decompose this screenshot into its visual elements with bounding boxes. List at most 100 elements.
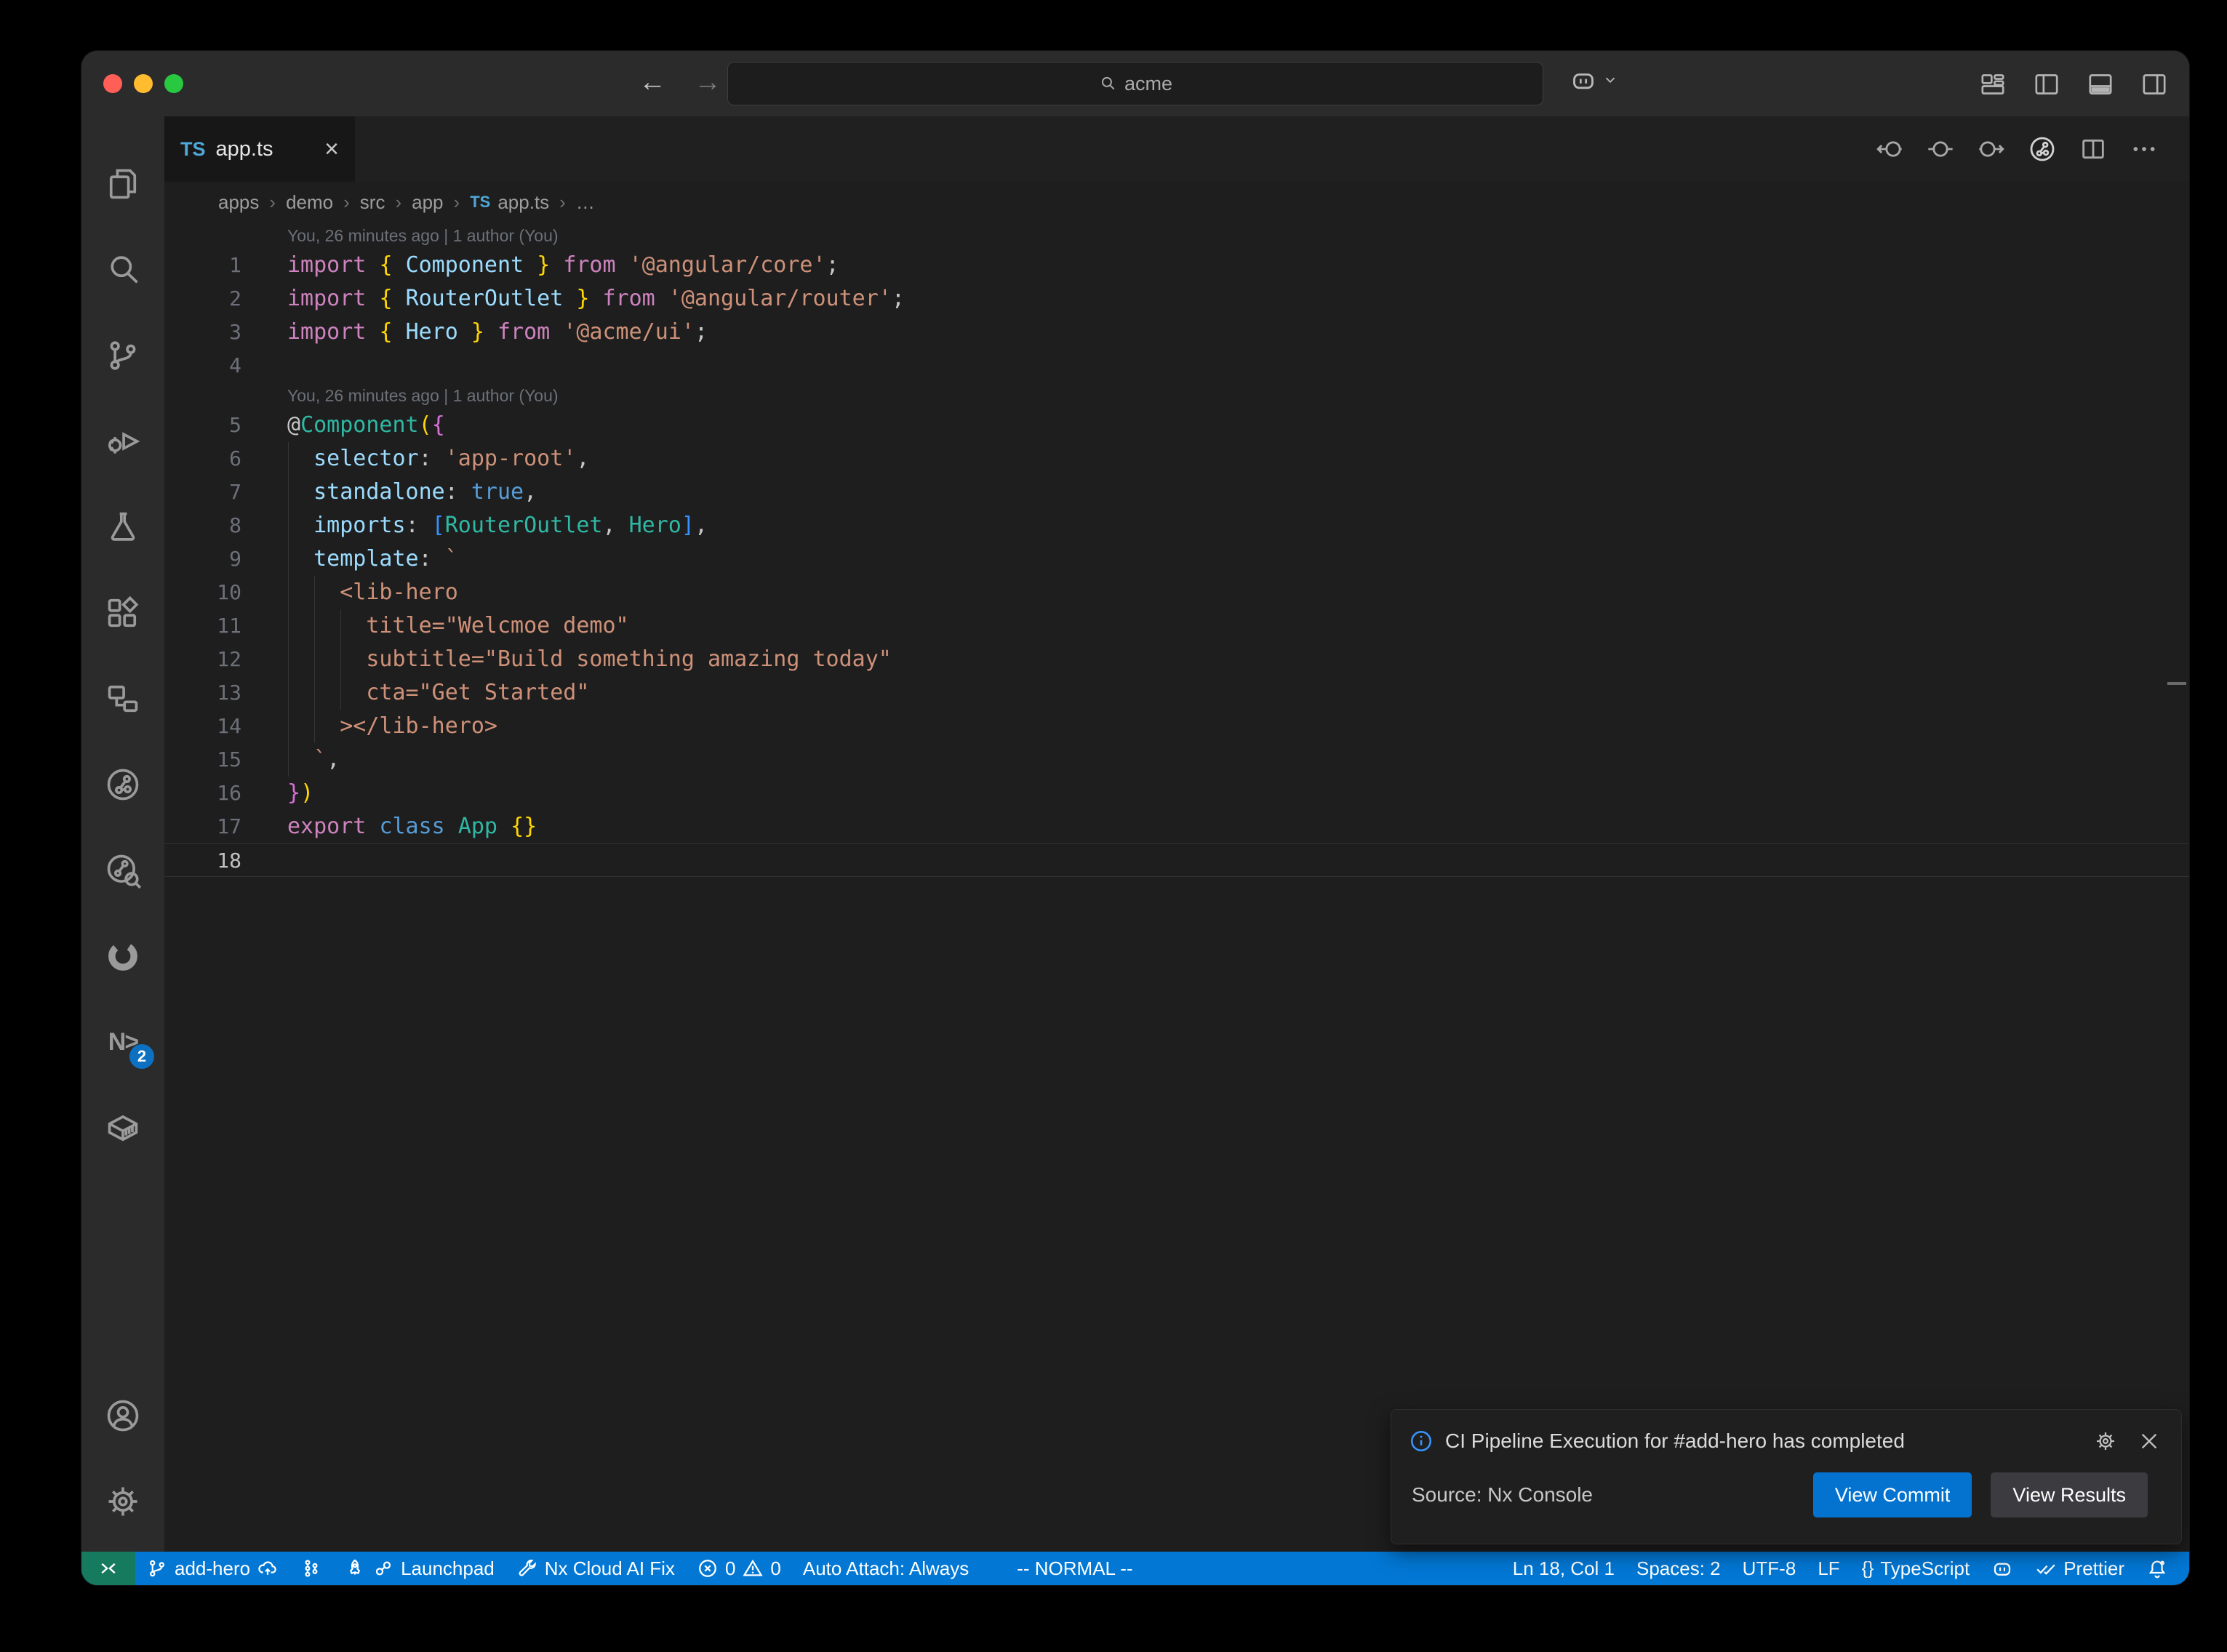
run-debug-icon[interactable]: [81, 398, 164, 484]
wrench-icon: [516, 1557, 538, 1579]
line-number: 15: [164, 743, 241, 777]
warning-icon: [742, 1557, 764, 1579]
search-icon[interactable]: [81, 227, 164, 313]
status-label: 0: [725, 1557, 735, 1580]
code-line-6: 6 selector: 'app-root',: [164, 442, 2189, 476]
split-editor-icon[interactable]: [2077, 133, 2109, 165]
zoom-window-button[interactable]: [164, 74, 183, 93]
breadcrumb: apps›demo›src›app›TSapp.ts›…: [164, 182, 2189, 222]
nx-cloud-ai-fix-button[interactable]: Nx Cloud AI Fix: [505, 1552, 686, 1585]
remote-indicator[interactable]: [81, 1552, 135, 1585]
notification-settings-gear-icon[interactable]: [2094, 1430, 2117, 1453]
previous-change-icon[interactable]: [1874, 133, 1906, 165]
tab-bar: TS app.ts ×: [164, 116, 2189, 182]
code-line-15: 15 `,: [164, 743, 2189, 777]
explorer-icon[interactable]: [81, 141, 164, 227]
breadcrumb-item-app[interactable]: app: [412, 191, 443, 214]
minimize-window-button[interactable]: [134, 74, 153, 93]
status-label: UTF-8: [1743, 1557, 1796, 1580]
testing-icon[interactable]: [81, 484, 164, 570]
vim-mode-status[interactable]: -- NORMAL --: [1006, 1552, 1143, 1585]
line-number: 17: [164, 810, 241, 843]
git-branch-status[interactable]: add-hero: [135, 1552, 289, 1585]
forward-icon[interactable]: →: [691, 67, 724, 98]
prettier-status[interactable]: Prettier: [2024, 1552, 2135, 1585]
extensions-icon[interactable]: [81, 570, 164, 656]
copilot-icon: [1569, 65, 1598, 95]
code-line-13: 13 cta="Get Started": [164, 676, 2189, 710]
code-editor[interactable]: You, 26 minutes ago | 1 author (You) 1imp…: [164, 222, 2189, 1552]
belldot-icon: [2146, 1557, 2168, 1579]
notification-toast: CI Pipeline Execution for #add-hero has …: [1391, 1409, 2182, 1544]
line-number: 9: [164, 542, 241, 576]
breadcrumb-item-apps[interactable]: apps: [218, 191, 259, 214]
breadcrumb-item-src[interactable]: src: [360, 191, 385, 214]
status-label: 0: [770, 1557, 780, 1580]
breadcrumb-separator-icon: ›: [343, 191, 350, 214]
eol-status[interactable]: LF: [1807, 1552, 1850, 1585]
code-line-1: 1import { Component } from '@angular/cor…: [164, 249, 2189, 282]
code-line-9: 9 template: `: [164, 542, 2189, 576]
auto-attach-status[interactable]: Auto Attach: Always: [792, 1552, 980, 1585]
nx-console-icon[interactable]: N>2: [81, 999, 164, 1085]
close-window-button[interactable]: [103, 74, 122, 93]
status-label: add-hero: [175, 1557, 250, 1580]
nx-project-graph-icon[interactable]: [2026, 133, 2058, 165]
containers-icon[interactable]: [81, 1085, 164, 1171]
code-line-5: 5@Component({: [164, 409, 2189, 442]
view-commit-button[interactable]: View Commit: [1813, 1472, 1972, 1517]
line-number: 7: [164, 476, 241, 509]
line-number: 6: [164, 442, 241, 476]
nx-badge: 2: [129, 1044, 154, 1069]
command-center-search[interactable]: acme: [727, 62, 1543, 105]
copilot-icon: [1991, 1557, 2013, 1579]
blame-annotation: You, 26 minutes ago | 1 author (You): [164, 382, 2189, 409]
edge-tools-icon[interactable]: [81, 913, 164, 999]
rocket-icon: [344, 1557, 366, 1579]
notification-close-icon[interactable]: [2138, 1430, 2161, 1453]
project-graph-icon[interactable]: [81, 742, 164, 827]
status-label: Auto Attach: Always: [803, 1557, 969, 1580]
customize-layout-icon[interactable]: [1977, 68, 2009, 100]
settings-gear-icon[interactable]: [81, 1459, 164, 1544]
notifications-bell[interactable]: [2135, 1552, 2179, 1585]
next-change-icon[interactable]: [1975, 133, 2007, 165]
toggle-secondary-sidebar-icon[interactable]: [2138, 68, 2170, 100]
back-icon[interactable]: ←: [636, 67, 669, 98]
more-actions-icon[interactable]: [2128, 133, 2160, 165]
line-number: 3: [164, 316, 241, 349]
accounts-icon[interactable]: [81, 1373, 164, 1459]
activity-bar: N>2: [81, 116, 164, 1552]
language-status[interactable]: {}TypeScript: [1851, 1552, 1981, 1585]
code-line-3: 3import { Hero } from '@acme/ui';: [164, 316, 2189, 349]
code-line-18: 18: [164, 843, 2189, 877]
search-value: acme: [1124, 73, 1172, 95]
code-line-14: 14 ></lib-hero>: [164, 710, 2189, 743]
launchpad-button[interactable]: Launchpad: [333, 1552, 505, 1585]
breadcrumb-item-app-ts[interactable]: TSapp.ts: [470, 191, 549, 214]
indentation-status[interactable]: Spaces: 2: [1626, 1552, 1732, 1585]
copilot-menu-button[interactable]: [1569, 65, 1618, 95]
status-label: Prettier: [2063, 1557, 2124, 1580]
project-graph-search-icon[interactable]: [81, 827, 164, 913]
open-changes-icon[interactable]: [1924, 133, 1956, 165]
git-graph-button[interactable]: [289, 1552, 333, 1585]
toggle-panel-icon[interactable]: [2084, 68, 2116, 100]
copilot-status[interactable]: [1980, 1552, 2024, 1585]
cursor-position-status[interactable]: Ln 18, Col 1: [1502, 1552, 1626, 1585]
typescript-file-icon: TS: [470, 193, 490, 212]
toggle-primary-sidebar-icon[interactable]: [2031, 68, 2063, 100]
source-control-icon[interactable]: [81, 313, 164, 398]
line-number: 12: [164, 643, 241, 676]
breadcrumb-item--[interactable]: …: [576, 191, 595, 214]
status-label: TypeScript: [1880, 1557, 1970, 1580]
encoding-status[interactable]: UTF-8: [1732, 1552, 1807, 1585]
line-number: 18: [164, 844, 241, 878]
close-tab-icon[interactable]: ×: [324, 137, 339, 161]
view-results-button[interactable]: View Results: [1991, 1472, 2148, 1517]
related-views-icon[interactable]: [81, 656, 164, 742]
breadcrumb-item-demo[interactable]: demo: [286, 191, 333, 214]
tab-app-ts[interactable]: TS app.ts ×: [164, 116, 355, 182]
problems-status[interactable]: 00: [686, 1552, 792, 1585]
code-line-4: 4: [164, 349, 2189, 382]
